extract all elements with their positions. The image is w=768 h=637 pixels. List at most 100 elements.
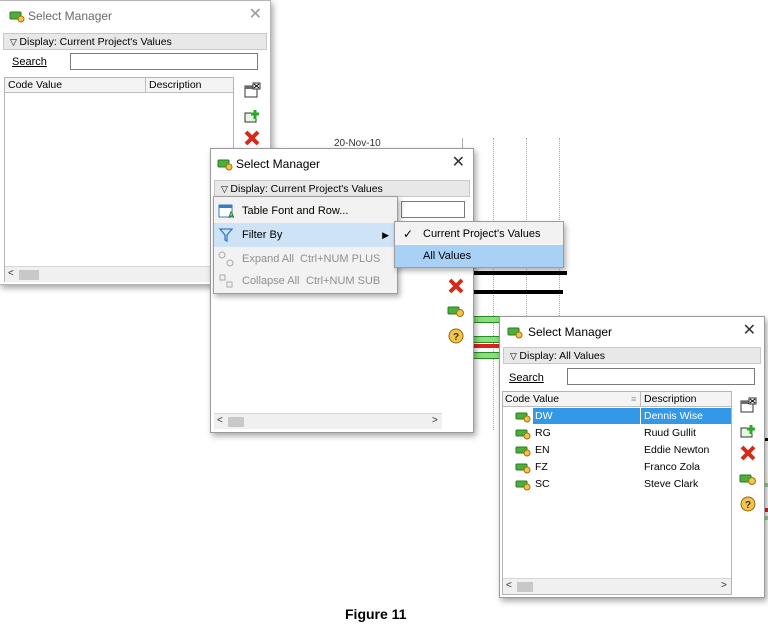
assign-icon[interactable] (739, 470, 757, 488)
table-font-icon: A (218, 204, 234, 219)
column-header-description[interactable]: Description (149, 78, 202, 92)
scroll-right-icon[interactable]: > (721, 580, 727, 591)
submenu-item-label: All Values (423, 250, 472, 262)
window-title: Select Manager (528, 325, 613, 339)
table-row[interactable]: EN Eddie Newton (503, 442, 731, 458)
svg-text:?: ? (453, 332, 459, 343)
menu-item-expand-all[interactable]: Expand All Ctrl+NUM PLUS (214, 247, 397, 271)
scroll-left-icon[interactable]: < (506, 580, 512, 591)
scroll-thumb[interactable] (228, 417, 244, 427)
delete-icon[interactable] (739, 444, 757, 462)
display-label: Display: All Values (519, 350, 606, 362)
help-icon[interactable]: ? (739, 495, 757, 513)
table-row[interactable]: DW Dennis Wise (503, 408, 731, 424)
submenu-item-label: Current Project's Values (423, 228, 541, 240)
chevron-down-icon: ▽ (510, 351, 520, 361)
manager-icon (515, 412, 531, 423)
column-header-code-value[interactable]: Code Value (8, 78, 62, 92)
edit-table-icon[interactable] (739, 397, 757, 415)
table-row[interactable]: RG Ruud Gullit (503, 425, 731, 441)
submenu-item-all-values[interactable]: All Values (395, 245, 563, 267)
title-bar: Select Manager ✕ (211, 149, 473, 179)
add-icon[interactable] (739, 422, 757, 440)
scroll-right-icon[interactable]: > (432, 415, 438, 426)
scroll-thumb[interactable] (19, 270, 39, 280)
search-input[interactable] (401, 201, 465, 218)
manager-icon (515, 429, 531, 440)
search-label: Search (509, 372, 544, 384)
sort-icon: ≡ (631, 394, 637, 404)
code-value-cell: FZ (535, 461, 548, 473)
table-row[interactable]: SC Steve Clark (503, 476, 731, 492)
title-bar: Select Manager ✕ (0, 1, 270, 31)
edit-table-icon[interactable] (243, 82, 261, 100)
code-value-cell: DW (533, 408, 640, 424)
display-label: Display: Current Project's Values (19, 36, 172, 48)
collapse-icon (219, 274, 233, 288)
description-cell: Steve Clark (644, 478, 699, 490)
search-input[interactable] (567, 368, 755, 385)
column-header-description[interactable]: Description (644, 392, 697, 406)
menu-item-shortcut: Ctrl+NUM SUB (306, 275, 381, 287)
close-button[interactable]: ✕ (452, 154, 465, 172)
menu-item-label: Expand All (242, 253, 294, 265)
menu-item-label: Table Font and Row... (242, 205, 349, 217)
display-label: Display: Current Project's Values (230, 183, 383, 195)
description-cell: Franco Zola (644, 461, 701, 473)
menu-item-table-font[interactable]: A Table Font and Row... (214, 199, 397, 223)
description-cell: Eddie Newton (644, 444, 710, 456)
close-button[interactable]: ✕ (249, 6, 262, 24)
description-cell: Ruud Gullit (644, 427, 696, 439)
grid-rows: DW Dennis Wise RG Ruud Gullit EN Eddie N… (503, 408, 731, 498)
column-header-code-value[interactable]: Code Value (505, 392, 559, 406)
code-value-cell: EN (535, 444, 550, 456)
display-filter-bar[interactable]: ▽ Display: Current Project's Values (214, 180, 470, 197)
code-value-cell: SC (535, 478, 550, 490)
expand-icon (218, 251, 234, 267)
submenu-item-current-project[interactable]: ✓ Current Project's Values (395, 223, 563, 245)
search-label: Search (12, 56, 47, 68)
delete-icon[interactable] (447, 277, 465, 295)
scroll-left-icon[interactable]: < (8, 268, 14, 279)
display-filter-bar[interactable]: ▽ Display: All Values (503, 347, 761, 364)
filter-submenu: ✓ Current Project's Values All Values (394, 221, 564, 268)
menu-item-label: Filter By (242, 229, 283, 241)
search-input[interactable] (70, 53, 258, 70)
manager-icon (9, 11, 25, 23)
scroll-thumb[interactable] (517, 582, 533, 592)
chevron-down-icon: ▽ (10, 37, 20, 47)
manager-icon (507, 327, 523, 339)
assign-icon[interactable] (447, 302, 465, 320)
checkmark-icon: ✓ (403, 227, 414, 241)
code-value-cell: RG (535, 427, 551, 439)
grid-header: Code Value Description (5, 78, 233, 93)
window-title: Select Manager (236, 157, 321, 171)
horizontal-scrollbar[interactable]: < (5, 266, 233, 282)
svg-text:?: ? (745, 500, 751, 511)
menu-item-collapse-all[interactable]: Collapse All Ctrl+NUM SUB (214, 269, 397, 293)
menu-item-label: Collapse All (242, 275, 300, 287)
select-manager-window-3: Select Manager ✕ ▽ Display: All Values S… (499, 316, 765, 598)
display-filter-bar[interactable]: ▽ Display: Current Project's Values (3, 33, 267, 50)
window-title: Select Manager (28, 9, 113, 23)
manager-icon (217, 159, 233, 171)
scroll-left-icon[interactable]: < (217, 415, 223, 426)
add-icon[interactable] (243, 107, 261, 125)
manager-icon (515, 463, 531, 474)
gantt-bar-black (463, 271, 567, 275)
close-button[interactable]: ✕ (743, 322, 756, 340)
help-icon[interactable]: ? (447, 327, 465, 345)
horizontal-scrollbar[interactable]: < > (214, 413, 442, 429)
gantt-bar-black (463, 290, 563, 294)
context-menu: A Table Font and Row... Filter By ▶ Expa… (213, 196, 398, 294)
menu-item-filter-by[interactable]: Filter By ▶ (214, 223, 397, 247)
manager-icon (515, 446, 531, 457)
manager-icon (515, 480, 531, 491)
delete-icon[interactable] (243, 129, 261, 147)
horizontal-scrollbar[interactable]: < > (503, 578, 731, 594)
svg-text:A: A (228, 210, 234, 219)
table-row[interactable]: FZ Franco Zola (503, 459, 731, 475)
filter-icon (219, 228, 233, 242)
code-value-grid: Code Value Description < (4, 77, 234, 282)
figure-caption: Figure 11 (345, 606, 407, 622)
